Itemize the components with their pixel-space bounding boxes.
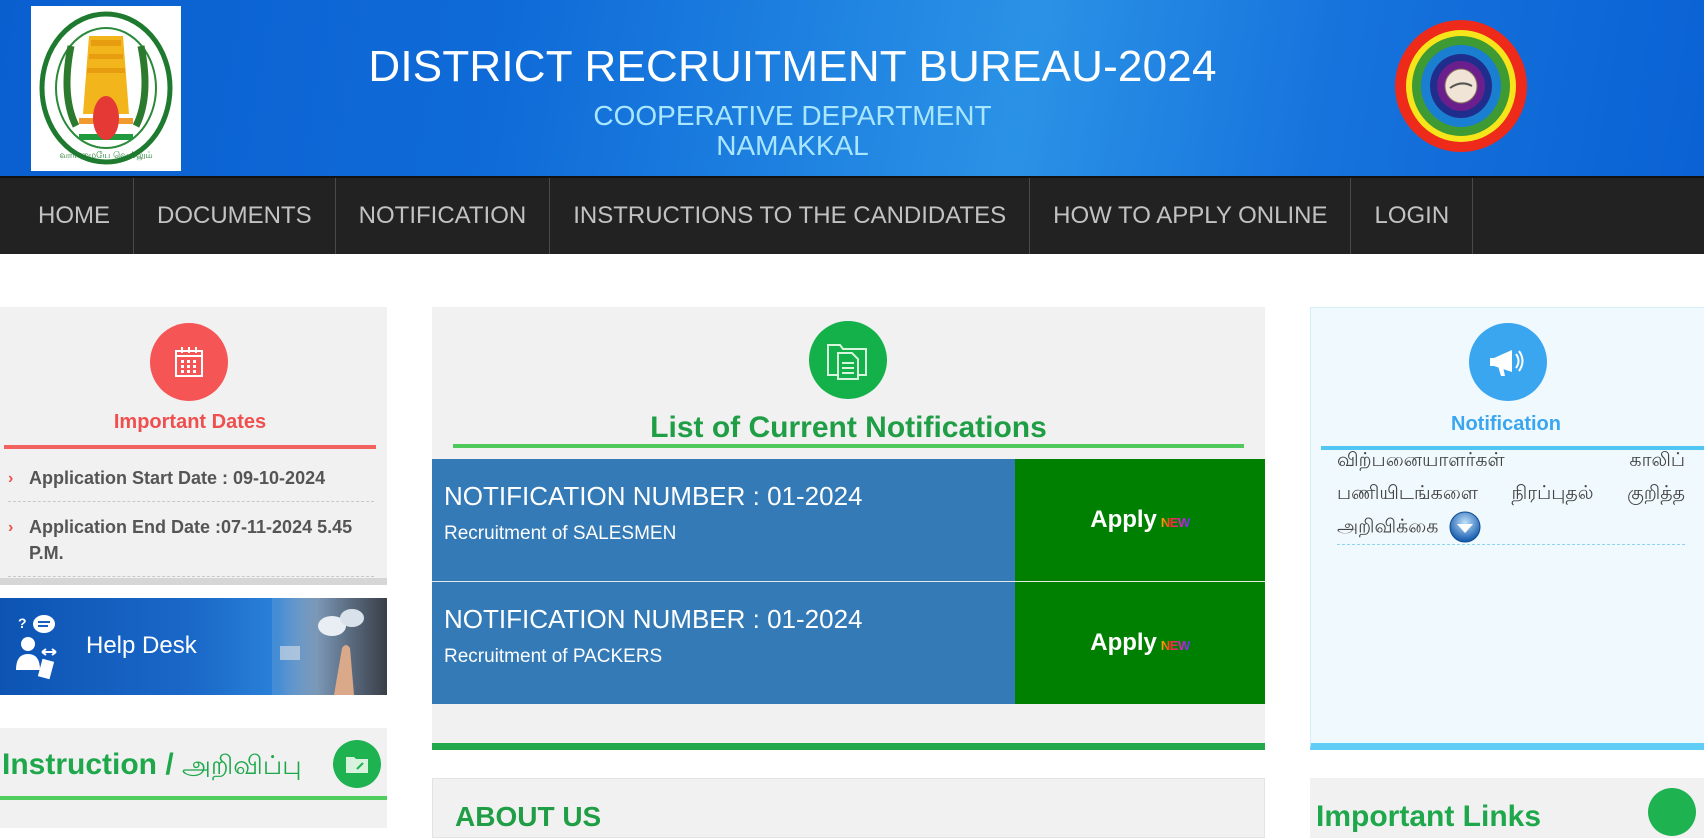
instruction-card: Instruction / அறிவிப்பு (0, 728, 387, 828)
instruction-heading-en: Instruction / (2, 748, 174, 781)
notification-number: NOTIFICATION NUMBER : 01-2024 (444, 604, 863, 634)
date-text: Application Start Date : 09-10-2024 (29, 468, 326, 488)
tamil-nadu-emblem-logo: வாய்மையே வெல்லும் (31, 6, 181, 171)
date-text: Application End Date :07-11-2024 5.45 P.… (29, 517, 353, 563)
site-title: DISTRICT RECRUITMENT BUREAU-2024 (368, 42, 1217, 91)
calendar-icon (150, 323, 228, 401)
apply-label: Apply (1090, 629, 1157, 656)
main-nav: HOME DOCUMENTS NOTIFICATION INSTRUCTIONS… (0, 176, 1704, 254)
folder-edit-icon (333, 740, 381, 788)
notification-description: Recruitment of SALESMEN (444, 523, 677, 544)
instruction-heading: Instruction / அறிவிப்பு (2, 748, 302, 784)
nav-how-to-apply[interactable]: HOW TO APPLY ONLINE (1030, 178, 1352, 254)
department-name: COOPERATIVE DEPARTMENT (593, 100, 992, 131)
chevron-right-icon: › (8, 470, 14, 487)
notice-link[interactable]: விற்பனையாளர்கள் காலிப் பணியிடங்களை நிரப்… (1337, 444, 1685, 544)
important-dates-heading: Important Dates (113, 411, 267, 433)
nav-home[interactable]: HOME (0, 178, 134, 254)
heading-divider (453, 444, 1244, 448)
important-links-card: Important Links (1310, 778, 1704, 838)
about-us-heading: ABOUT US (455, 801, 602, 832)
nav-login[interactable]: LOGIN (1351, 178, 1474, 254)
notification-info: NOTIFICATION NUMBER : 01-2024 Recruitmen… (432, 582, 1015, 704)
apply-label: Apply (1090, 506, 1157, 533)
download-icon[interactable] (1448, 510, 1482, 544)
new-badge: NEW (1160, 514, 1190, 530)
important-dates-list: › Application Start Date : 09-10-2024 › … (8, 457, 374, 577)
folder-document-icon (809, 321, 887, 399)
svg-text:வாய்மையே வெல்லும்: வாய்மையே வெல்லும் (59, 151, 152, 161)
notifications-card: List of Current Notifications NOTIFICATI… (432, 307, 1265, 750)
district-name: NAMAKKAL (716, 130, 869, 161)
megaphone-icon (1469, 323, 1547, 401)
chevron-right-icon: › (8, 519, 14, 536)
heading-divider (4, 445, 376, 449)
notifications-heading: List of Current Notifications (650, 411, 1047, 444)
notification-info: NOTIFICATION NUMBER : 01-2024 Recruitmen… (432, 459, 1015, 581)
nav-documents[interactable]: DOCUMENTS (134, 178, 336, 254)
nav-instructions[interactable]: INSTRUCTIONS TO THE CANDIDATES (550, 178, 1031, 254)
notice-text: விற்பனையாளர்கள் காலிப் பணியிடங்களை நிரப்… (1337, 449, 1685, 538)
notification-row: NOTIFICATION NUMBER : 01-2024 Recruitmen… (432, 582, 1265, 704)
instruction-heading-ta: அறிவிப்பு (182, 750, 302, 780)
help-desk-icon: ? (14, 612, 62, 682)
nav-notification[interactable]: NOTIFICATION (336, 178, 551, 254)
cooperative-logo (1392, 18, 1530, 154)
notification-description: Recruitment of PACKERS (444, 646, 663, 667)
list-item: › Application Start Date : 09-10-2024 (8, 457, 374, 502)
apply-button[interactable]: Apply NEW (1015, 582, 1265, 704)
new-badge: NEW (1160, 637, 1190, 653)
important-dates-card: Important Dates › Application Start Date… (0, 307, 387, 585)
notification-side-card: Notification விற்பனையாளர்கள் காலிப் பணிய… (1310, 307, 1704, 750)
help-desk-photo (272, 598, 387, 695)
notification-number: NOTIFICATION NUMBER : 01-2024 (444, 481, 863, 511)
apply-button[interactable]: Apply NEW (1015, 459, 1265, 581)
notification-row: NOTIFICATION NUMBER : 01-2024 Recruitmen… (432, 459, 1265, 581)
site-subtitle: COOPERATIVE DEPARTMENT NAMAKKAL (300, 101, 1285, 161)
important-links-heading: Important Links (1316, 800, 1542, 833)
notice-divider (1337, 544, 1685, 545)
folder-link-icon (1648, 788, 1696, 836)
about-us-card: ABOUT US (432, 778, 1265, 838)
instruction-divider (0, 796, 387, 800)
help-desk-label: Help Desk (86, 632, 197, 659)
list-item: › Application End Date :07-11-2024 5.45 … (8, 506, 374, 577)
svg-text:?: ? (18, 615, 27, 631)
help-desk-banner[interactable]: ? Help Desk (0, 598, 387, 695)
notification-heading: Notification (1451, 413, 1561, 435)
site-header: வாய்மையே வெல்லும் DISTRICT RECRUITMENT B… (0, 0, 1704, 176)
